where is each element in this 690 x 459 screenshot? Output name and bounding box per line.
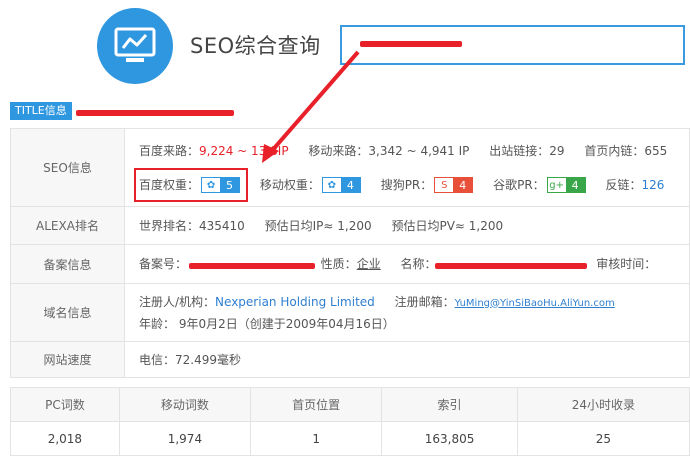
registrant-label: 注册人/机构： [139, 294, 216, 309]
sogou-pr-label: 搜狗PR： [380, 177, 433, 192]
stats-header: 24小时收录 [516, 387, 690, 422]
sogou-s-icon: S [435, 178, 454, 192]
seo-info-label: SEO信息 [10, 128, 125, 207]
estimated-ip: 预估日均IP≈ 1,200 [264, 219, 372, 233]
page-title: SEO综合查询 [190, 34, 321, 58]
outlinks-label: 出站链接： [489, 143, 550, 158]
mobile-weight-label: 移动权重： [259, 177, 320, 192]
baidu-traffic-unit: IP [277, 143, 289, 158]
title-badge: TITLE信息 [10, 102, 72, 120]
email-link[interactable]: YuMing@YinSiBaoHu.AliYun.com [455, 298, 615, 309]
mobile-traffic-label: 移动来路： [308, 143, 369, 158]
alexa-cell: 世界排名：435410 预估日均IP≈ 1,200 预估日均PV≈ 1,200 [124, 206, 690, 245]
speed-label: 网站速度 [10, 341, 125, 378]
icp-label: 备案信息 [10, 244, 125, 284]
domain-age: 年龄： 9年0月2日（创建于2009年04月16日） [139, 316, 395, 331]
stats-header: PC词数 [10, 387, 120, 422]
domain-cell: 注册人/机构：Nexperian Holding Limited 注册邮箱：Yu… [124, 283, 690, 342]
title-info-row: TITLE信息 [10, 102, 690, 122]
baidu-paw-icon: ✿ [322, 178, 341, 192]
backlinks-link[interactable]: 126 [642, 178, 665, 192]
index-value[interactable]: 163,805 [381, 421, 518, 456]
seo-traffic-line: 百度来路：9,224 ~ 13,8IP 移动来路：3,342 ~ 4,941 I… [139, 134, 689, 168]
redaction-mark [76, 110, 234, 116]
header: SEO综合查询 [0, 0, 690, 90]
sogou-pr-badge[interactable]: S4 [434, 177, 474, 193]
stats-header: 移动词数 [118, 387, 252, 422]
review-time-label: 审核时间： [596, 257, 657, 271]
inlinks-label: 首页内链： [584, 143, 645, 158]
site-info-table: SEO信息 百度来路：9,224 ~ 13,8IP 移动来路：3,342 ~ 4… [10, 128, 690, 378]
highlight-box [134, 168, 248, 202]
24h-indexed-value[interactable]: 25 [516, 421, 690, 456]
redaction-mark [189, 263, 315, 269]
outlinks-value: 29 [549, 143, 565, 158]
redaction-mark [435, 263, 587, 269]
pc-keywords-value[interactable]: 2,018 [10, 421, 120, 456]
google-plus-icon: g+ [547, 178, 566, 192]
stats-header: 首页位置 [250, 387, 383, 422]
name-label: 名称： [400, 257, 437, 271]
monitor-chart-icon [114, 27, 156, 62]
estimated-pv: 预估日均PV≈ 1,200 [391, 219, 504, 233]
nature-label: 性质： [320, 257, 357, 271]
inlinks-value: 655 [644, 143, 668, 158]
icp-number-label: 备案号： [139, 257, 188, 271]
email-label: 注册邮箱： [394, 294, 455, 309]
nature-value[interactable]: 企业 [357, 257, 381, 271]
baidu-traffic-label: 百度来路： [139, 143, 200, 158]
logo[interactable] [97, 8, 173, 84]
redaction-mark [360, 41, 462, 47]
google-pr-badge[interactable]: g+ 4 [546, 177, 586, 193]
search-input[interactable] [340, 25, 685, 65]
keyword-stats-table: PC词数 移动词数 首页位置 索引 24小时收录 2,018 1,974 1 1… [10, 387, 690, 456]
icp-cell: 备案号： 性质：企业 名称： 审核时间： [124, 244, 690, 284]
mobile-traffic-value: 3,342 ~ 4,941 IP [368, 143, 470, 158]
world-rank: 世界排名：435410 [139, 219, 245, 233]
baidu-traffic-value: 9,224 ~ 13,8 [199, 143, 278, 158]
registrant-link[interactable]: Nexperian Holding Limited [215, 295, 375, 309]
domain-label: 域名信息 [10, 283, 125, 342]
mobile-weight-badge[interactable]: ✿ 4 [321, 177, 361, 193]
backlinks-label: 反链： [605, 177, 642, 192]
homepage-position-value: 1 [250, 421, 383, 456]
mobile-keywords-value[interactable]: 1,974 [118, 421, 252, 456]
speed-value: 电信：72.499毫秒 [124, 341, 690, 378]
alexa-label: ALEXA排名 [10, 206, 125, 245]
stats-header: 索引 [381, 387, 518, 422]
google-pr-label: 谷歌PR： [493, 177, 545, 192]
